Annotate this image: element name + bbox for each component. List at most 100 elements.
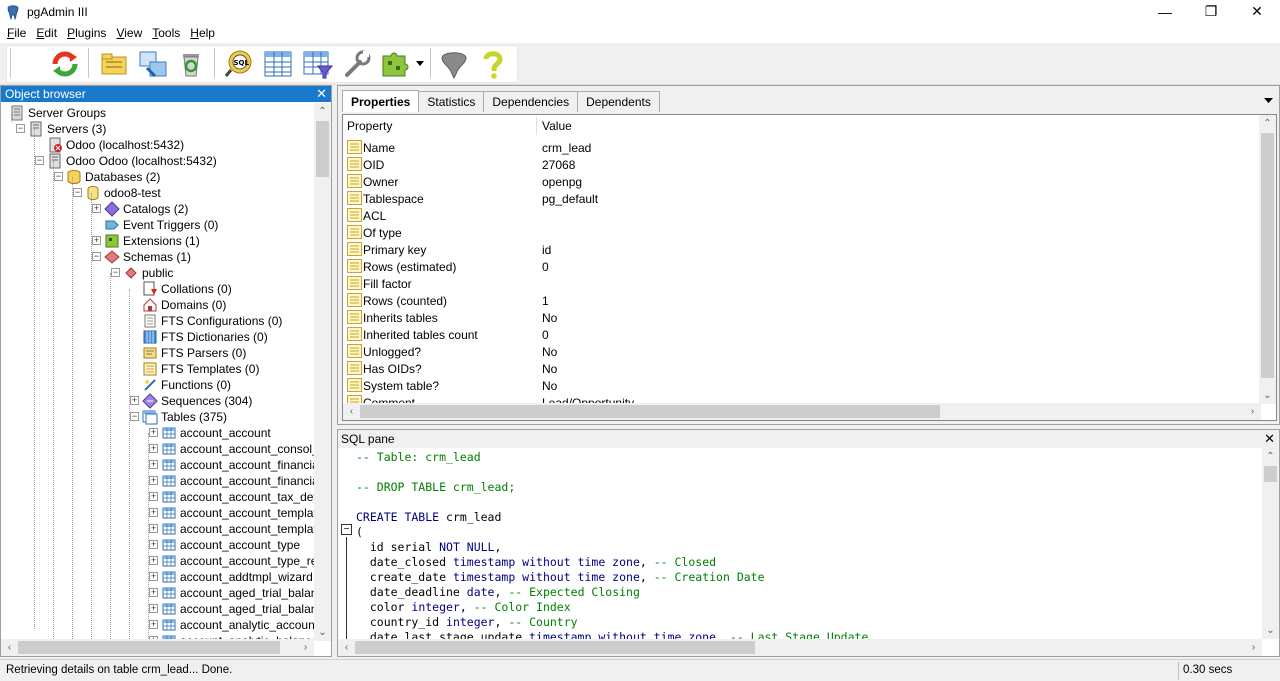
create-object-button[interactable]	[97, 47, 131, 81]
fold-toggle[interactable]: −	[341, 524, 352, 535]
tree-node[interactable]: Schemas (1)	[104, 249, 191, 265]
tree-node[interactable]: Tables (375)	[142, 409, 227, 425]
tree-node[interactable]: account_account_type_rel	[161, 553, 315, 569]
property-row[interactable]: Name crm_lead	[343, 139, 1261, 156]
property-column-header[interactable]: Property	[347, 119, 392, 133]
tree-expander[interactable]: +	[149, 428, 158, 437]
tree-node[interactable]: account_analytic_account	[161, 617, 315, 633]
object-browser-horizontal-scrollbar[interactable]: ‹ ›	[1, 639, 314, 656]
tree-node[interactable]: account_addtmpl_wizard	[161, 569, 313, 585]
tree-expander[interactable]: −	[54, 172, 63, 181]
tree-node[interactable]: FTS Parsers (0)	[142, 345, 246, 361]
tree-node[interactable]: account_account_financial_r	[161, 473, 315, 489]
close-sql-pane-button[interactable]: ✕	[1264, 430, 1275, 447]
property-row[interactable]: Primary key id	[343, 241, 1261, 258]
tree-node[interactable]: FTS Templates (0)	[142, 361, 259, 377]
column-divider[interactable]	[536, 117, 537, 135]
scroll-up-arrow[interactable]: ⌃	[1259, 115, 1276, 132]
tree-node[interactable]: Extensions (1)	[104, 233, 200, 249]
property-row[interactable]: Inherits tables No	[343, 309, 1261, 326]
tree-expander[interactable]: −	[111, 268, 120, 277]
tree-expander[interactable]: −	[130, 412, 139, 421]
property-row[interactable]: Owner openpg	[343, 173, 1261, 190]
tabs-dropdown[interactable]	[1264, 96, 1273, 106]
tree-expander[interactable]: +	[149, 588, 158, 597]
tree-node[interactable]: Functions (0)	[142, 377, 231, 393]
close-window-button[interactable]: ✕	[1234, 0, 1280, 23]
tree-node[interactable]: FTS Dictionaries (0)	[142, 329, 268, 345]
sql-query-button[interactable]: SQL	[222, 47, 256, 81]
tree-expander[interactable]: +	[92, 236, 101, 245]
tree-node[interactable]: account_account_financial_r	[161, 457, 315, 473]
tab-dependencies[interactable]: Dependencies	[483, 91, 579, 112]
minimize-button[interactable]: —	[1142, 0, 1188, 23]
property-row[interactable]: Inherited tables count 0	[343, 326, 1261, 343]
tree-node[interactable]: Server Groups	[9, 105, 106, 121]
tree-node[interactable]: account_account_consol_rel	[161, 441, 315, 457]
menu-help[interactable]: Help	[185, 26, 220, 40]
tree-expander[interactable]: +	[149, 620, 158, 629]
property-row[interactable]: Fill factor	[343, 275, 1261, 292]
tree-node[interactable]: account_account_template	[161, 505, 315, 521]
menu-tools[interactable]: Tools	[147, 26, 185, 40]
object-browser-vertical-scrollbar[interactable]: ⌃ ⌄	[314, 103, 331, 641]
tree-node[interactable]: Odoo Odoo (localhost:5432)	[47, 153, 217, 169]
property-row[interactable]: OID 27068	[343, 156, 1261, 173]
tab-properties[interactable]: Properties	[342, 90, 420, 112]
scroll-right-arrow[interactable]: ›	[1245, 639, 1262, 656]
scroll-thumb[interactable]	[1261, 133, 1274, 378]
sql-editor[interactable]: date_last_stage_update timestamp without…	[338, 448, 1279, 656]
guru-hints-button[interactable]	[437, 47, 471, 81]
property-row[interactable]: Unlogged? No	[343, 343, 1261, 360]
tree-expander[interactable]: +	[149, 508, 158, 517]
maintenance-button[interactable]	[340, 47, 374, 81]
scroll-thumb[interactable]	[360, 405, 940, 418]
tree-expander[interactable]: +	[130, 396, 139, 405]
property-row[interactable]: ACL	[343, 207, 1261, 224]
tree-node[interactable]: Domains (0)	[142, 297, 226, 313]
property-row[interactable]: Rows (estimated) 0	[343, 258, 1261, 275]
delete-button[interactable]	[174, 47, 208, 81]
tree-expander[interactable]: +	[149, 604, 158, 613]
tree-node[interactable]: odoo8-test	[85, 185, 161, 201]
menu-file[interactable]: File	[2, 26, 31, 40]
tree-expander[interactable]: +	[149, 524, 158, 533]
filtered-data-button[interactable]	[300, 47, 334, 81]
property-row[interactable]: Rows (counted) 1	[343, 292, 1261, 309]
scroll-thumb[interactable]	[316, 121, 329, 177]
property-row[interactable]: System table? No	[343, 377, 1261, 394]
sql-vertical-scrollbar[interactable]: ⌃ ⌄	[1262, 448, 1279, 639]
tree-node[interactable]: Catalogs (2)	[104, 201, 188, 217]
tree-expander[interactable]: +	[149, 460, 158, 469]
property-row[interactable]: Tablespace pg_default	[343, 190, 1261, 207]
tree-node[interactable]: FTS Configurations (0)	[142, 313, 282, 329]
scroll-down-arrow[interactable]: ⌄	[1259, 387, 1276, 404]
properties-vertical-scrollbar[interactable]: ⌃ ⌄	[1259, 115, 1276, 404]
tab-dependents[interactable]: Dependents	[577, 91, 660, 112]
menu-view[interactable]: View	[111, 26, 147, 40]
properties-button[interactable]	[136, 47, 170, 81]
tree-expander[interactable]: +	[149, 540, 158, 549]
scroll-thumb[interactable]	[18, 641, 280, 654]
sql-horizontal-scrollbar[interactable]: ‹ ›	[338, 639, 1262, 656]
tree-expander[interactable]: −	[16, 124, 25, 133]
scroll-right-arrow[interactable]: ›	[297, 639, 314, 656]
tree-node[interactable]: account_account_template_	[161, 521, 315, 537]
scroll-up-arrow[interactable]: ⌃	[1262, 448, 1279, 465]
scroll-down-arrow[interactable]: ⌄	[1262, 622, 1279, 639]
scroll-left-arrow[interactable]: ‹	[343, 403, 360, 420]
tree-expander[interactable]: +	[149, 476, 158, 485]
scroll-thumb[interactable]	[355, 641, 755, 654]
tree-node[interactable]: Servers (3)	[28, 121, 106, 137]
tree-node[interactable]: account_aged_trial_balance	[161, 585, 315, 601]
tree-expander[interactable]: −	[35, 156, 44, 165]
scroll-left-arrow[interactable]: ‹	[1, 639, 18, 656]
tree-expander[interactable]: +	[149, 572, 158, 581]
property-row[interactable]: Has OIDs? No	[343, 360, 1261, 377]
tree-node[interactable]: Collations (0)	[142, 281, 232, 297]
tree-node[interactable]: Databases (2)	[66, 169, 160, 185]
tree-expander[interactable]: +	[149, 556, 158, 565]
scroll-left-arrow[interactable]: ‹	[338, 639, 355, 656]
tree-expander[interactable]: −	[92, 252, 101, 261]
tree-node[interactable]: public	[123, 265, 173, 281]
